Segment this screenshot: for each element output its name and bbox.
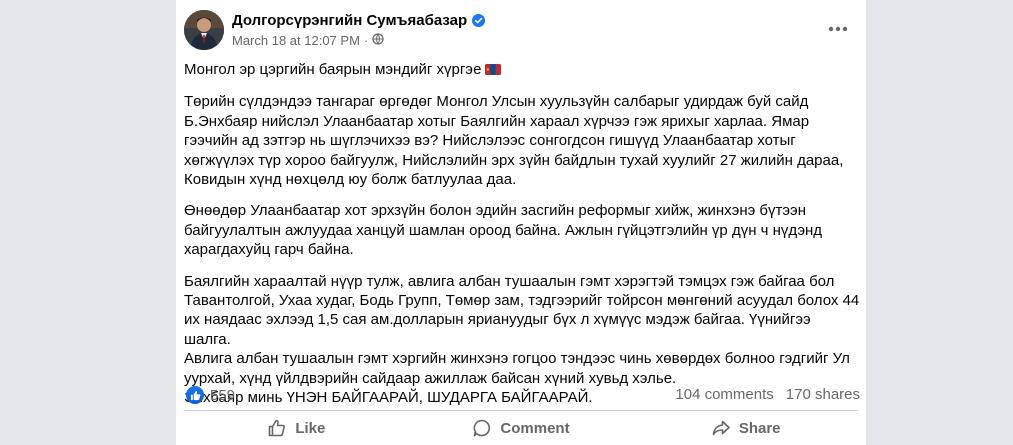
paragraph-2: Өнөөдөр Улаанбаатар хот эрхзүйн болон эд… [184, 202, 823, 259]
post-body: Монгол эр цэргийн баярын мэндийг хүргэе … [184, 60, 860, 408]
share-button[interactable]: Share [633, 412, 858, 444]
share-arrow-icon [711, 418, 731, 438]
verified-badge-icon [472, 14, 486, 27]
reactions-summary[interactable]: 559 [186, 386, 235, 404]
author-name-text[interactable]: Долгорсүрэнгийн Сумъяабазар [232, 12, 467, 29]
shares-count[interactable]: 170 shares [786, 386, 860, 403]
thumbs-up-icon [267, 418, 287, 438]
paragraph-3: Баялгийн хараалтай нүүр тулж, авлига алб… [184, 272, 860, 348]
like-label: Like [295, 419, 326, 437]
paragraph-0: Монгол эр цэргийн баярын мэндийг хүргэе [184, 61, 482, 78]
more-dots-icon[interactable] [824, 16, 852, 36]
paragraph-1: Төрийн сүлдэндээ тангараг өргөдөг Монгол… [184, 93, 844, 189]
paragraph-4: Авлига албан тушаалын гэмт хэргийн жинхэ… [184, 350, 850, 387]
comments-count[interactable]: 104 comments [675, 386, 773, 403]
share-label: Share [738, 419, 781, 437]
post-meta: March 18 at 12:07 PM · [232, 33, 384, 48]
actions-divider [184, 410, 858, 411]
author-avatar[interactable] [184, 10, 224, 50]
comment-bubble-icon [472, 418, 492, 438]
like-reaction-icon [186, 386, 204, 404]
reaction-count[interactable]: 559 [210, 387, 235, 404]
post-greeting: Монгол эр цэргийн баярын мэндийг хүргэе [184, 60, 860, 80]
globe-icon[interactable] [372, 33, 384, 48]
like-button[interactable]: Like [184, 412, 409, 444]
post-actions: Like Comment Share [184, 412, 858, 444]
meta-separator: · [363, 33, 369, 48]
author-name[interactable]: Долгорсүрэнгийн Сумъяабазар [232, 12, 486, 29]
post-timestamp[interactable]: March 18 at 12:07 PM [232, 33, 360, 48]
comment-label: Comment [500, 419, 570, 437]
post-stats: 559 104 comments 170 shares [186, 386, 860, 408]
engagement-counts: 104 comments 170 shares [675, 386, 860, 403]
post-header: Долгорсүрэнгийн Сумъяабазар March 18 at … [184, 10, 858, 52]
comment-button[interactable]: Comment [409, 412, 634, 444]
mongolia-flag-icon [485, 61, 502, 80]
post-card: Долгорсүрэнгийн Сумъяабазар March 18 at … [176, 0, 866, 445]
